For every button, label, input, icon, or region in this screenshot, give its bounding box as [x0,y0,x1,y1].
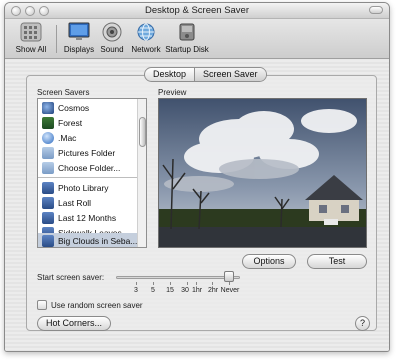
screen-saver-list[interactable]: Cosmos Forest .Mac Pictures Folder Choos… [37,98,147,248]
screen-savers-label: Screen Savers [37,88,90,97]
slider-tick [153,282,154,285]
slider-tick [212,282,213,285]
tick-label-3: 3 [134,287,138,294]
tick-label-1hr: 1hr [191,287,203,294]
monitor-icon [67,21,91,43]
cosmos-icon [42,101,54,114]
title-bar[interactable]: Desktop & Screen Saver [5,3,389,19]
tab-bar: Desktop Screen Saver [144,67,267,82]
zoom-button[interactable] [39,6,49,16]
sound-button[interactable]: Sound [97,21,127,54]
test-button[interactable]: Test [307,254,367,269]
list-item-pictures-folder[interactable]: Pictures Folder [38,145,138,160]
list-item-label: Cosmos [58,102,90,113]
list-item-cosmos[interactable]: Cosmos [38,100,138,115]
options-button[interactable]: Options [242,254,296,269]
tick-label-30: 30 [181,287,189,294]
screen-saver-preview [158,98,367,248]
list-item-last-roll[interactable]: Last Roll [38,195,138,210]
tick-label-15: 15 [166,287,174,294]
pictures-folder-icon [42,146,54,159]
window-title: Desktop & Screen Saver [144,5,250,16]
list-item-label: Last 12 Months [58,212,117,223]
hot-corners-button[interactable]: Hot Corners... [37,316,111,331]
list-item-choose-folder[interactable]: Choose Folder... [38,160,138,175]
tab-desktop[interactable]: Desktop [145,68,194,81]
choose-folder-icon [42,161,54,174]
list-item-label: Last Roll [58,197,92,208]
album-icon [42,234,54,247]
slider-tick [229,282,230,285]
list-scrollbar[interactable] [137,99,146,247]
scrollbar-thumb[interactable] [139,117,146,147]
list-item-label: .Mac [58,132,77,143]
tick-label-never: Never [220,287,240,294]
start-screen-saver-label: Start screen saver: [37,273,105,282]
show-all-button[interactable]: Show All [13,21,49,54]
disk-icon [175,21,199,43]
tick-label-2hr: 2hr [207,287,219,294]
toolbar-divider [56,25,57,53]
last-roll-icon [42,196,54,209]
random-screen-saver-label: Use random screen saver [51,301,143,310]
preferences-window: Desktop & Screen Saver Show All Displays… [4,2,390,352]
list-item-photo-library[interactable]: Photo Library [38,180,138,195]
list-item-label: Big Clouds in Seba... [58,235,138,246]
dotmac-icon [42,131,54,144]
slider-tick [170,282,171,285]
slider-tick [187,282,188,285]
list-item-label: Pictures Folder [58,147,116,158]
toolbar-label-network: Network [131,45,161,54]
preview-label: Preview [158,88,187,97]
toolbar-label-show-all: Show All [15,45,47,54]
photo-library-icon [42,181,54,194]
start-screen-saver-slider[interactable] [116,276,240,279]
apple-grid-icon [19,21,43,43]
list-item-mac[interactable]: .Mac [38,130,138,145]
toolbar-label-sound: Sound [100,45,124,54]
list-item-label: Photo Library [58,182,109,193]
help-button[interactable]: ? [355,316,370,331]
list-item-label: Choose Folder... [58,162,121,173]
tick-label-5: 5 [151,287,155,294]
minimize-button[interactable] [25,6,35,16]
globe-icon [134,21,158,43]
slider-thumb[interactable] [224,271,234,282]
list-item-forest[interactable]: Forest [38,115,138,130]
displays-button[interactable]: Displays [61,21,97,54]
toolbar-toggle-button[interactable] [369,6,383,14]
random-screen-saver-checkbox[interactable] [37,300,47,310]
list-item-last-12-months[interactable]: Last 12 Months [38,210,138,225]
toolbar-label-displays: Displays [63,45,95,54]
startup-disk-button[interactable]: Startup Disk [165,21,209,54]
slider-tick [136,282,137,285]
network-button[interactable]: Network [129,21,163,54]
tab-screen-saver[interactable]: Screen Saver [194,68,266,81]
last-12-months-icon [42,211,54,224]
content-area: Desktop Screen Saver Screen Savers Previ… [5,60,389,351]
preview-image [159,99,366,247]
close-button[interactable] [11,6,21,16]
toolbar-label-startup-disk: Startup Disk [165,45,209,54]
screen-saver-panel: Screen Savers Preview Cosmos Forest .Mac [26,75,377,331]
toolbar: Show All Displays Sound Network Startup … [5,19,389,59]
forest-icon [42,116,54,129]
slider-tick [196,282,197,285]
list-item-label: Forest [58,117,83,128]
speaker-icon [100,21,124,43]
list-item-big-clouds[interactable]: Big Clouds in Seba... [38,233,138,247]
list-separator [38,177,138,178]
